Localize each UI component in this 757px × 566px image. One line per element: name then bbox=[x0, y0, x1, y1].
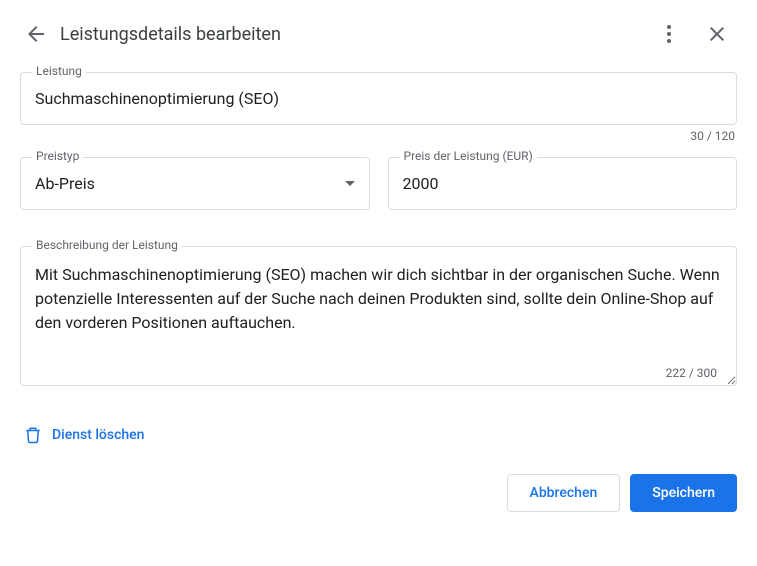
price-label: Preis der Leistung (EUR) bbox=[400, 149, 537, 163]
description-label: Beschreibung der Leistung bbox=[32, 238, 182, 252]
header-actions bbox=[649, 14, 737, 54]
dialog-header: Leistungsdetails bearbeiten bbox=[0, 0, 757, 68]
service-name-label: Leistung bbox=[32, 64, 86, 78]
delete-service-label: Dienst löschen bbox=[52, 427, 144, 443]
price-input[interactable] bbox=[388, 157, 738, 210]
description-textarea[interactable] bbox=[20, 246, 737, 386]
more-button[interactable] bbox=[649, 14, 689, 54]
delete-service-button[interactable]: Dienst löschen bbox=[20, 420, 148, 450]
price-type-value: Ab-Preis bbox=[35, 174, 95, 193]
back-button[interactable] bbox=[16, 14, 56, 54]
service-name-counter: 30 / 120 bbox=[20, 129, 737, 143]
price-type-select[interactable]: Ab-Preis bbox=[20, 157, 370, 210]
price-type-field-container: Preistyp Ab-Preis bbox=[20, 157, 370, 210]
description-counter: 222 / 300 bbox=[666, 366, 717, 380]
price-type-label: Preistyp bbox=[32, 149, 83, 163]
close-button[interactable] bbox=[697, 14, 737, 54]
dropdown-arrow-icon bbox=[345, 181, 355, 186]
dialog-title: Leistungsdetails bearbeiten bbox=[60, 24, 649, 45]
arrow-back-icon bbox=[24, 22, 48, 46]
trash-icon bbox=[24, 426, 42, 444]
service-name-input[interactable] bbox=[20, 72, 737, 125]
description-field-container: Beschreibung der Leistung 222 / 300 bbox=[20, 246, 737, 390]
save-button[interactable]: Speichern bbox=[630, 474, 737, 512]
dialog-footer: Abbrechen Speichern bbox=[0, 450, 757, 512]
close-icon bbox=[705, 22, 729, 46]
service-name-field-container: Leistung 30 / 120 bbox=[20, 72, 737, 143]
cancel-button[interactable]: Abbrechen bbox=[507, 474, 621, 512]
price-row: Preistyp Ab-Preis Preis der Leistung (EU… bbox=[20, 157, 737, 210]
price-field-container: Preis der Leistung (EUR) bbox=[388, 157, 738, 210]
more-vert-icon bbox=[657, 22, 681, 46]
dialog-content: Leistung 30 / 120 Preistyp Ab-Preis Prei… bbox=[0, 68, 757, 450]
